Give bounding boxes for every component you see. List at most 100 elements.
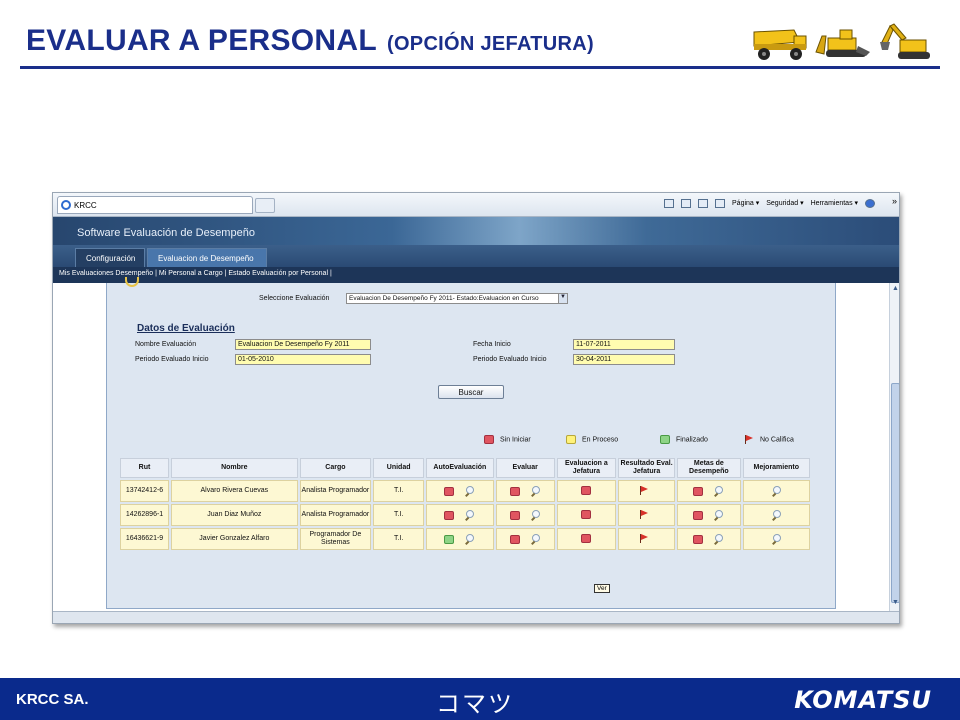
flag-icon[interactable] xyxy=(639,510,649,520)
status-square-icon[interactable] xyxy=(581,510,592,520)
footer-katakana-logo: コマツ xyxy=(436,690,514,718)
print-icon[interactable] xyxy=(715,199,726,208)
cell-resultado-jefatura xyxy=(618,504,676,526)
cell-autoevaluacion xyxy=(426,504,494,526)
col-resultado-jefatura: Resultado Eval. Jefatura xyxy=(618,458,676,478)
select-evaluation-label: Seleccione Evaluación xyxy=(259,295,330,302)
magnifier-icon[interactable] xyxy=(713,533,724,545)
magnifier-icon[interactable] xyxy=(530,533,541,545)
scroll-up-icon[interactable]: ▲ xyxy=(892,285,899,292)
status-square-icon[interactable] xyxy=(509,510,520,520)
scroll-down-icon[interactable]: ▼ xyxy=(892,599,899,606)
security-menu[interactable]: Seguridad ▾ xyxy=(766,200,803,207)
flag-icon[interactable] xyxy=(639,486,649,496)
scroll-thumb[interactable] xyxy=(891,383,899,603)
magnifier-icon[interactable] xyxy=(464,533,475,545)
magnifier-icon[interactable] xyxy=(464,509,475,521)
periodo-inicio-label: Periodo Evaluado Inicio xyxy=(135,356,209,363)
browser-tab-bar: KRCC Página ▾ Seguridad ▾ Herramientas ▾… xyxy=(53,193,899,217)
magnifier-icon[interactable] xyxy=(771,509,782,521)
tools-menu[interactable]: Herramientas ▾ xyxy=(811,200,858,207)
cell-nombre: Alvaro Rivera Cuevas xyxy=(171,480,298,502)
new-tab-button[interactable] xyxy=(255,198,275,213)
cell-evaluacion-jefatura xyxy=(556,504,617,526)
overflow-chevron-icon[interactable]: » xyxy=(892,196,897,206)
magnifier-icon[interactable] xyxy=(530,509,541,521)
status-square-icon[interactable] xyxy=(509,534,520,544)
slide-title-main: EVALUAR A PERSONAL xyxy=(26,24,377,57)
table-header-row: Rut Nombre Cargo Unidad AutoEvaluación E… xyxy=(120,458,810,478)
status-square-icon[interactable] xyxy=(581,486,592,496)
cell-metas xyxy=(677,528,741,550)
legend-finalizado: Finalizado xyxy=(660,435,708,444)
periodo-inicio-field[interactable]: 01-05-2010 xyxy=(235,354,371,365)
table-row: 16436621-9 Javier Gonzalez Alfaro Progra… xyxy=(120,528,810,550)
cell-unidad: T.I. xyxy=(373,480,425,502)
personnel-table: Rut Nombre Cargo Unidad AutoEvaluación E… xyxy=(118,456,812,552)
cell-cargo: Analista Programador xyxy=(299,480,372,502)
col-rut: Rut xyxy=(120,458,170,478)
status-square-icon[interactable] xyxy=(444,534,455,544)
legend-no-califica: No Califica xyxy=(744,435,794,444)
feeds-icon[interactable] xyxy=(681,199,692,208)
magnifier-icon[interactable] xyxy=(530,485,541,497)
magnifier-icon[interactable] xyxy=(771,533,782,545)
cell-mejoramiento xyxy=(742,480,810,502)
header-rule xyxy=(20,66,940,69)
evaluation-select[interactable]: Evaluacion De Desempeño Fy 2011- Estado:… xyxy=(346,293,568,304)
fecha-inicio-field[interactable]: 11-07-2011 xyxy=(573,339,675,350)
cell-evaluar xyxy=(495,528,555,550)
magnifier-icon[interactable] xyxy=(713,485,724,497)
cell-metas xyxy=(677,480,741,502)
table-row: 14262896-1 Juan Diaz Muñoz Analista Prog… xyxy=(120,504,810,526)
status-square-icon[interactable] xyxy=(444,486,455,496)
cell-unidad: T.I. xyxy=(373,528,425,550)
nombre-evaluacion-label: Nombre Evaluación xyxy=(135,341,197,348)
periodo-fin-field[interactable]: 30-04-2011 xyxy=(573,354,675,365)
status-square-icon[interactable] xyxy=(444,510,455,520)
cell-rut: 14262896-1 xyxy=(120,504,170,526)
status-green-swatch xyxy=(660,435,670,444)
col-metas: Metas de Desempeño xyxy=(677,458,741,478)
cell-nombre: Javier Gonzalez Alfaro xyxy=(171,528,298,550)
vertical-scrollbar[interactable]: ▲ ▼ xyxy=(889,283,899,613)
status-square-icon[interactable] xyxy=(693,486,704,496)
cell-mejoramiento xyxy=(742,528,810,550)
bulldozer-icon xyxy=(815,29,870,57)
col-cargo: Cargo xyxy=(299,458,372,478)
col-evaluar: Evaluar xyxy=(495,458,555,478)
home-icon[interactable] xyxy=(664,199,675,208)
help-icon[interactable] xyxy=(865,199,875,208)
magnifier-icon[interactable] xyxy=(713,509,724,521)
excavator-icon xyxy=(880,23,930,59)
decorative-arc xyxy=(125,277,139,287)
nombre-evaluacion-field[interactable]: Evaluacion De Desempeño Fy 2011 xyxy=(235,339,371,350)
browser-tab[interactable]: KRCC xyxy=(57,196,253,214)
mail-icon[interactable] xyxy=(698,199,709,208)
status-yellow-swatch xyxy=(566,435,576,444)
app-body: Seleccione Evaluación Evaluacion De Dese… xyxy=(53,277,899,613)
ver-tooltip: Ver xyxy=(594,584,610,593)
magnifier-icon[interactable] xyxy=(464,485,475,497)
buscar-button[interactable]: Buscar xyxy=(438,385,504,399)
app-title: Software Evaluación de Desempeño xyxy=(77,227,255,239)
cell-rut: 13742412-6 xyxy=(120,480,170,502)
app-subnav[interactable]: Mis Evaluaciones Desempeño | Mi Personal… xyxy=(53,267,899,283)
tab-evaluacion-desempeno[interactable]: Evaluacion de Desempeño xyxy=(147,248,267,267)
status-red-swatch xyxy=(484,435,494,444)
status-square-icon[interactable] xyxy=(693,510,704,520)
page-menu[interactable]: Página ▾ xyxy=(732,200,759,207)
magnifier-icon[interactable] xyxy=(771,485,782,497)
status-square-icon[interactable] xyxy=(581,534,592,544)
slide-header: EVALUAR A PERSONAL (OPCIÓN JEFATURA) xyxy=(20,22,940,70)
flag-icon xyxy=(744,435,754,444)
col-unidad: Unidad xyxy=(373,458,425,478)
machinery-illustrations xyxy=(750,22,940,62)
status-square-icon[interactable] xyxy=(509,486,520,496)
slide-title: EVALUAR A PERSONAL (OPCIÓN JEFATURA) xyxy=(26,24,594,58)
tab-configuracion[interactable]: Configuración xyxy=(75,248,145,267)
cell-resultado-jefatura xyxy=(618,528,676,550)
flag-icon[interactable] xyxy=(639,534,649,544)
status-square-icon[interactable] xyxy=(693,534,704,544)
legend-sin-iniciar: Sin Iniciar xyxy=(484,435,531,444)
